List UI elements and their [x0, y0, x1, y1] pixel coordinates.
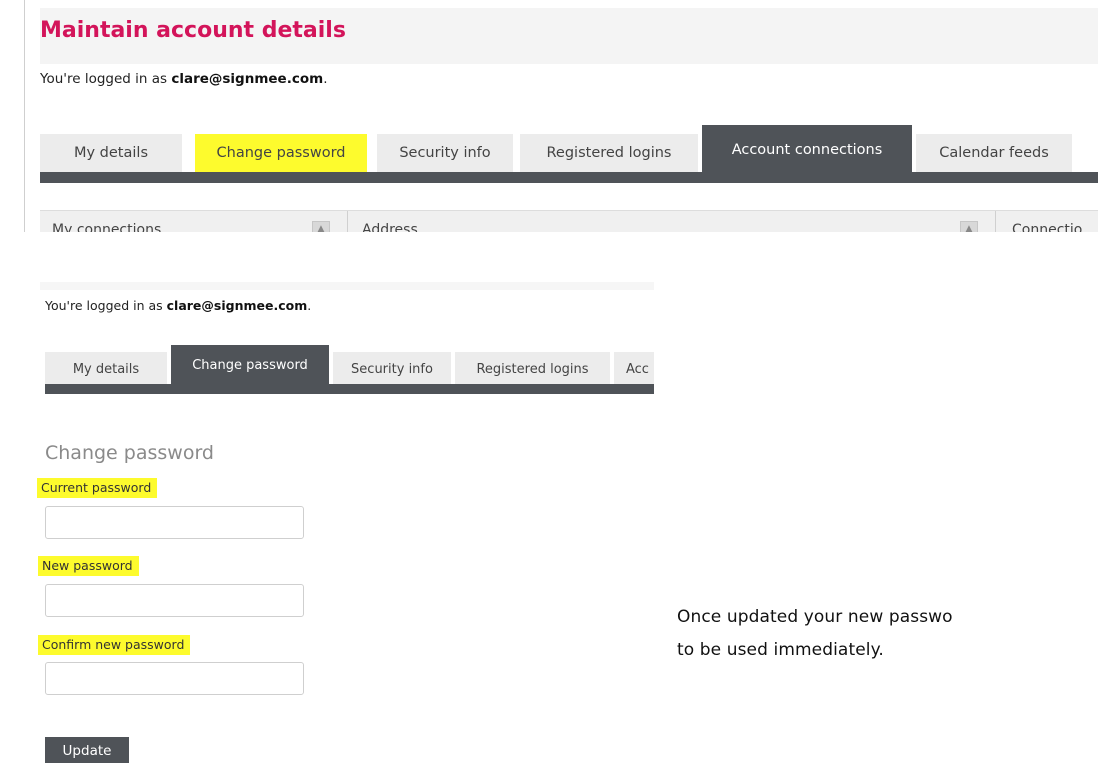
note-line-2: to be used immediately.	[677, 640, 884, 660]
tab-label: Calendar feeds	[939, 145, 1049, 161]
tab-label: Registered logins	[546, 145, 672, 161]
update-button[interactable]: Update	[45, 737, 129, 763]
logged-in-prefix: You're logged in as	[45, 298, 167, 313]
sort-icon[interactable]: ▲	[312, 221, 330, 232]
tab-label: Registered logins	[476, 361, 589, 377]
tab-bar-underline	[40, 172, 1098, 183]
tab-calendar-feeds[interactable]: Calendar feeds	[916, 134, 1072, 172]
tab-change-password[interactable]: Change password	[195, 134, 367, 172]
form-heading: Change password	[45, 442, 214, 464]
tab-label: Change password	[216, 145, 346, 161]
logged-in-email: clare@signmee.com	[166, 298, 308, 313]
tab-label: Change password	[192, 358, 308, 373]
tab-registered-logins[interactable]: Registered logins	[520, 134, 698, 172]
tab-my-details[interactable]: My details	[40, 134, 182, 172]
column-divider	[347, 211, 348, 232]
header-shade	[40, 282, 654, 290]
logged-in-suffix: .	[307, 298, 312, 313]
tab-security-info[interactable]: Security info	[333, 352, 451, 386]
column-divider	[995, 211, 996, 232]
logged-in-status: You're logged in as clare@signmee.com.	[45, 298, 311, 313]
connections-grid-header: My connections ▲ Address ▲ Connectio	[40, 210, 1098, 232]
tab-change-password[interactable]: Change password	[171, 345, 329, 386]
tab-my-details[interactable]: My details	[45, 352, 167, 386]
logged-in-email: clare@signmee.com	[171, 71, 324, 87]
tab-label: Acc	[626, 361, 649, 377]
tab-registered-logins[interactable]: Registered logins	[455, 352, 610, 386]
tab-label: My details	[72, 361, 140, 377]
tab-label: Account connections	[731, 141, 883, 158]
tab-security-info[interactable]: Security info	[377, 134, 513, 172]
new-password-label: New password	[38, 556, 139, 576]
column-header-connection[interactable]: Connectio	[1012, 222, 1082, 232]
column-header-address[interactable]: Address	[362, 222, 418, 232]
confirm-password-label: Confirm new password	[38, 635, 191, 655]
tab-account-connections[interactable]: Account connections	[702, 125, 912, 174]
tab-label: Security info	[351, 361, 433, 377]
logged-in-suffix: .	[323, 71, 328, 87]
tab-account-connections[interactable]: Acc	[614, 352, 654, 386]
tab-label: Security info	[399, 145, 491, 161]
sort-icon[interactable]: ▲	[960, 221, 978, 232]
current-password-input[interactable]	[45, 506, 304, 539]
tab-label: My details	[73, 145, 148, 161]
new-password-input[interactable]	[45, 584, 304, 617]
logged-in-status: You're logged in as clare@signmee.com.	[40, 71, 327, 87]
column-header-my-connections[interactable]: My connections	[52, 222, 161, 232]
instruction-note: Once updated your new passwo to be used …	[677, 601, 1098, 667]
note-line-1: Once updated your new passwo	[677, 607, 953, 627]
account-connections-screenshot: Maintain account details You're logged i…	[0, 0, 1098, 232]
left-divider	[24, 0, 25, 232]
tab-bar-underline	[45, 384, 654, 394]
page-title: Maintain account details	[40, 18, 346, 43]
change-password-screenshot: You're logged in as clare@signmee.com. M…	[0, 282, 654, 763]
current-password-label: Current password	[37, 478, 158, 498]
confirm-password-input[interactable]	[45, 662, 304, 695]
logged-in-prefix: You're logged in as	[40, 71, 172, 87]
